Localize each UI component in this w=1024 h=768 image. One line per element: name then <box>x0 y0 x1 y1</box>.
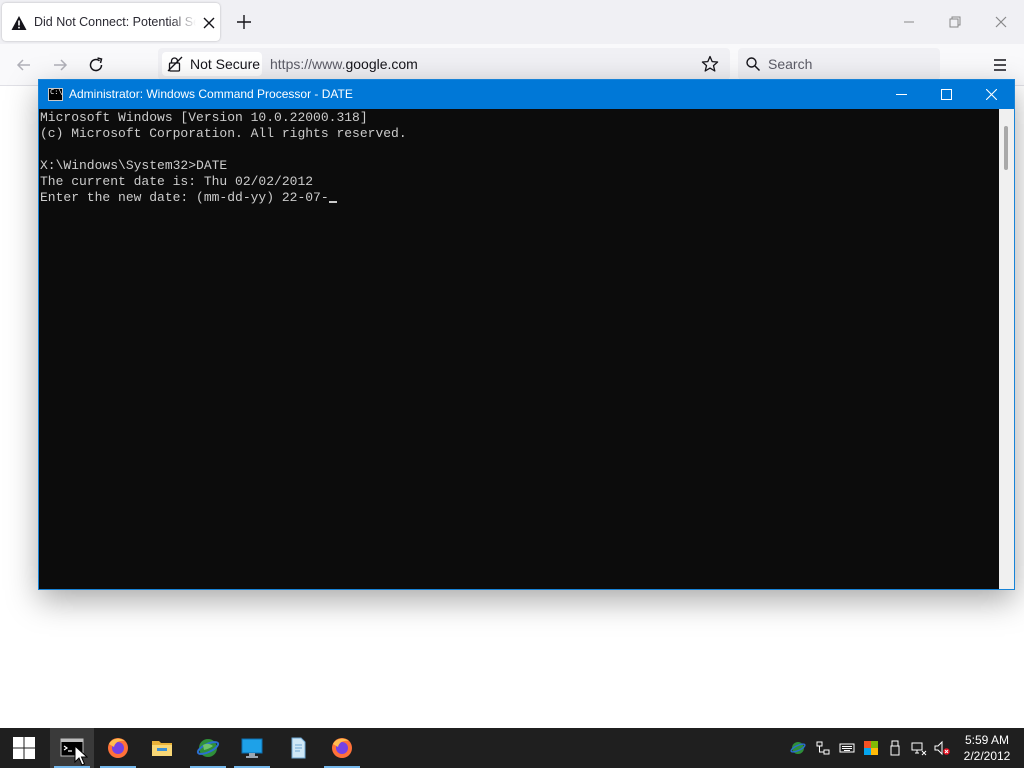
search-placeholder: Search <box>768 56 813 72</box>
arrow-right-icon[interactable] <box>50 55 70 75</box>
tab-title: Did Not Connect: Potential Security Issu… <box>34 15 196 29</box>
cmd-icon-label: C:\ <box>50 88 63 96</box>
security-indicator[interactable]: Not Secure <box>162 52 262 76</box>
hamburger-menu-icon[interactable] <box>990 55 1010 75</box>
browser-tab-bar: Did Not Connect: Potential Security Issu… <box>0 0 1024 44</box>
monitor-icon <box>241 738 263 758</box>
scrollbar-thumb[interactable] <box>1004 126 1008 170</box>
browser-tab[interactable]: Did Not Connect: Potential Security Issu… <box>2 3 220 41</box>
taskbar-firefox-2[interactable] <box>320 728 364 768</box>
cmd-window-title: Administrator: Windows Command Processor… <box>69 87 353 101</box>
command-prompt-icon: C:\ <box>48 88 63 101</box>
close-icon[interactable] <box>200 14 218 32</box>
firefox-icon <box>332 738 352 758</box>
console-line: Microsoft Windows [Version 10.0.22000.31… <box>40 110 368 125</box>
command-prompt-window[interactable]: C:\ Administrator: Windows Command Proce… <box>38 79 1015 590</box>
close-icon <box>986 89 997 100</box>
taskbar-monitor-app[interactable] <box>230 728 274 768</box>
clock-time: 5:59 AM <box>964 733 1010 747</box>
console-line: (c) Microsoft Corporation. All rights re… <box>40 126 407 141</box>
mouse-cursor-icon <box>74 745 88 766</box>
cmd-title-bar[interactable]: C:\ Administrator: Windows Command Proce… <box>39 80 1014 109</box>
usb-icon[interactable] <box>887 740 903 756</box>
search-icon <box>746 57 761 72</box>
url-text[interactable]: https://www.google.com <box>270 56 418 72</box>
warning-triangle-icon <box>11 16 27 30</box>
search-bar[interactable]: Search <box>738 48 940 80</box>
firefox-icon <box>108 738 128 758</box>
cmd-scrollbar[interactable] <box>999 109 1014 589</box>
document-icon <box>291 737 306 759</box>
star-icon[interactable] <box>700 54 720 74</box>
cmd-maximize-button[interactable] <box>924 80 969 109</box>
url-bar[interactable]: Not Secure https://www.google.com <box>158 48 730 80</box>
console-input-line[interactable]: Enter the new date: (mm-dd-yy) 22-07- <box>40 190 337 206</box>
network-share-icon[interactable] <box>815 740 831 756</box>
network-globe-icon[interactable] <box>790 740 806 756</box>
cmd-close-button[interactable] <box>969 80 1014 109</box>
network-globe-icon <box>196 739 220 757</box>
cmd-minimize-button[interactable] <box>879 80 924 109</box>
maximize-icon <box>941 89 952 100</box>
minimize-icon[interactable] <box>899 12 919 32</box>
lock-warning-icon <box>167 56 183 72</box>
plus-icon[interactable] <box>233 11 255 33</box>
minimize-icon <box>896 94 907 95</box>
network-disconnected-icon[interactable] <box>911 740 927 756</box>
taskbar-firefox[interactable] <box>96 728 140 768</box>
system-clock[interactable]: 5:59 AM 2/2/2012 <box>956 732 1018 764</box>
volume-muted-icon[interactable] <box>934 740 950 756</box>
start-button[interactable] <box>2 728 46 768</box>
reload-icon[interactable] <box>86 55 106 75</box>
taskbar: 5:59 AM 2/2/2012 <box>0 728 1024 768</box>
console-line: X:\Windows\System32>DATE <box>40 158 228 173</box>
console-output[interactable]: Microsoft Windows [Version 10.0.22000.31… <box>39 109 999 589</box>
url-domain: google.com <box>345 56 418 72</box>
taskbar-file-explorer[interactable] <box>140 728 184 768</box>
restore-icon[interactable] <box>945 12 965 32</box>
keyboard-icon[interactable] <box>839 740 855 756</box>
file-explorer-icon <box>152 741 172 756</box>
taskbar-network-app[interactable] <box>186 728 230 768</box>
url-prefix: https://www. <box>270 56 346 72</box>
arrow-left-icon[interactable] <box>14 55 34 75</box>
taskbar-document-app[interactable] <box>276 728 320 768</box>
security-label: Not Secure <box>190 56 261 72</box>
close-icon[interactable] <box>991 12 1011 32</box>
windows-start-icon <box>13 737 35 759</box>
clock-date: 2/2/2012 <box>963 749 1011 763</box>
text-cursor <box>328 201 337 203</box>
console-prompt-text: Enter the new date: (mm-dd-yy) 22-07- <box>40 190 329 205</box>
console-line: The current date is: Thu 02/02/2012 <box>40 174 314 189</box>
color-flag-icon[interactable] <box>863 740 879 756</box>
